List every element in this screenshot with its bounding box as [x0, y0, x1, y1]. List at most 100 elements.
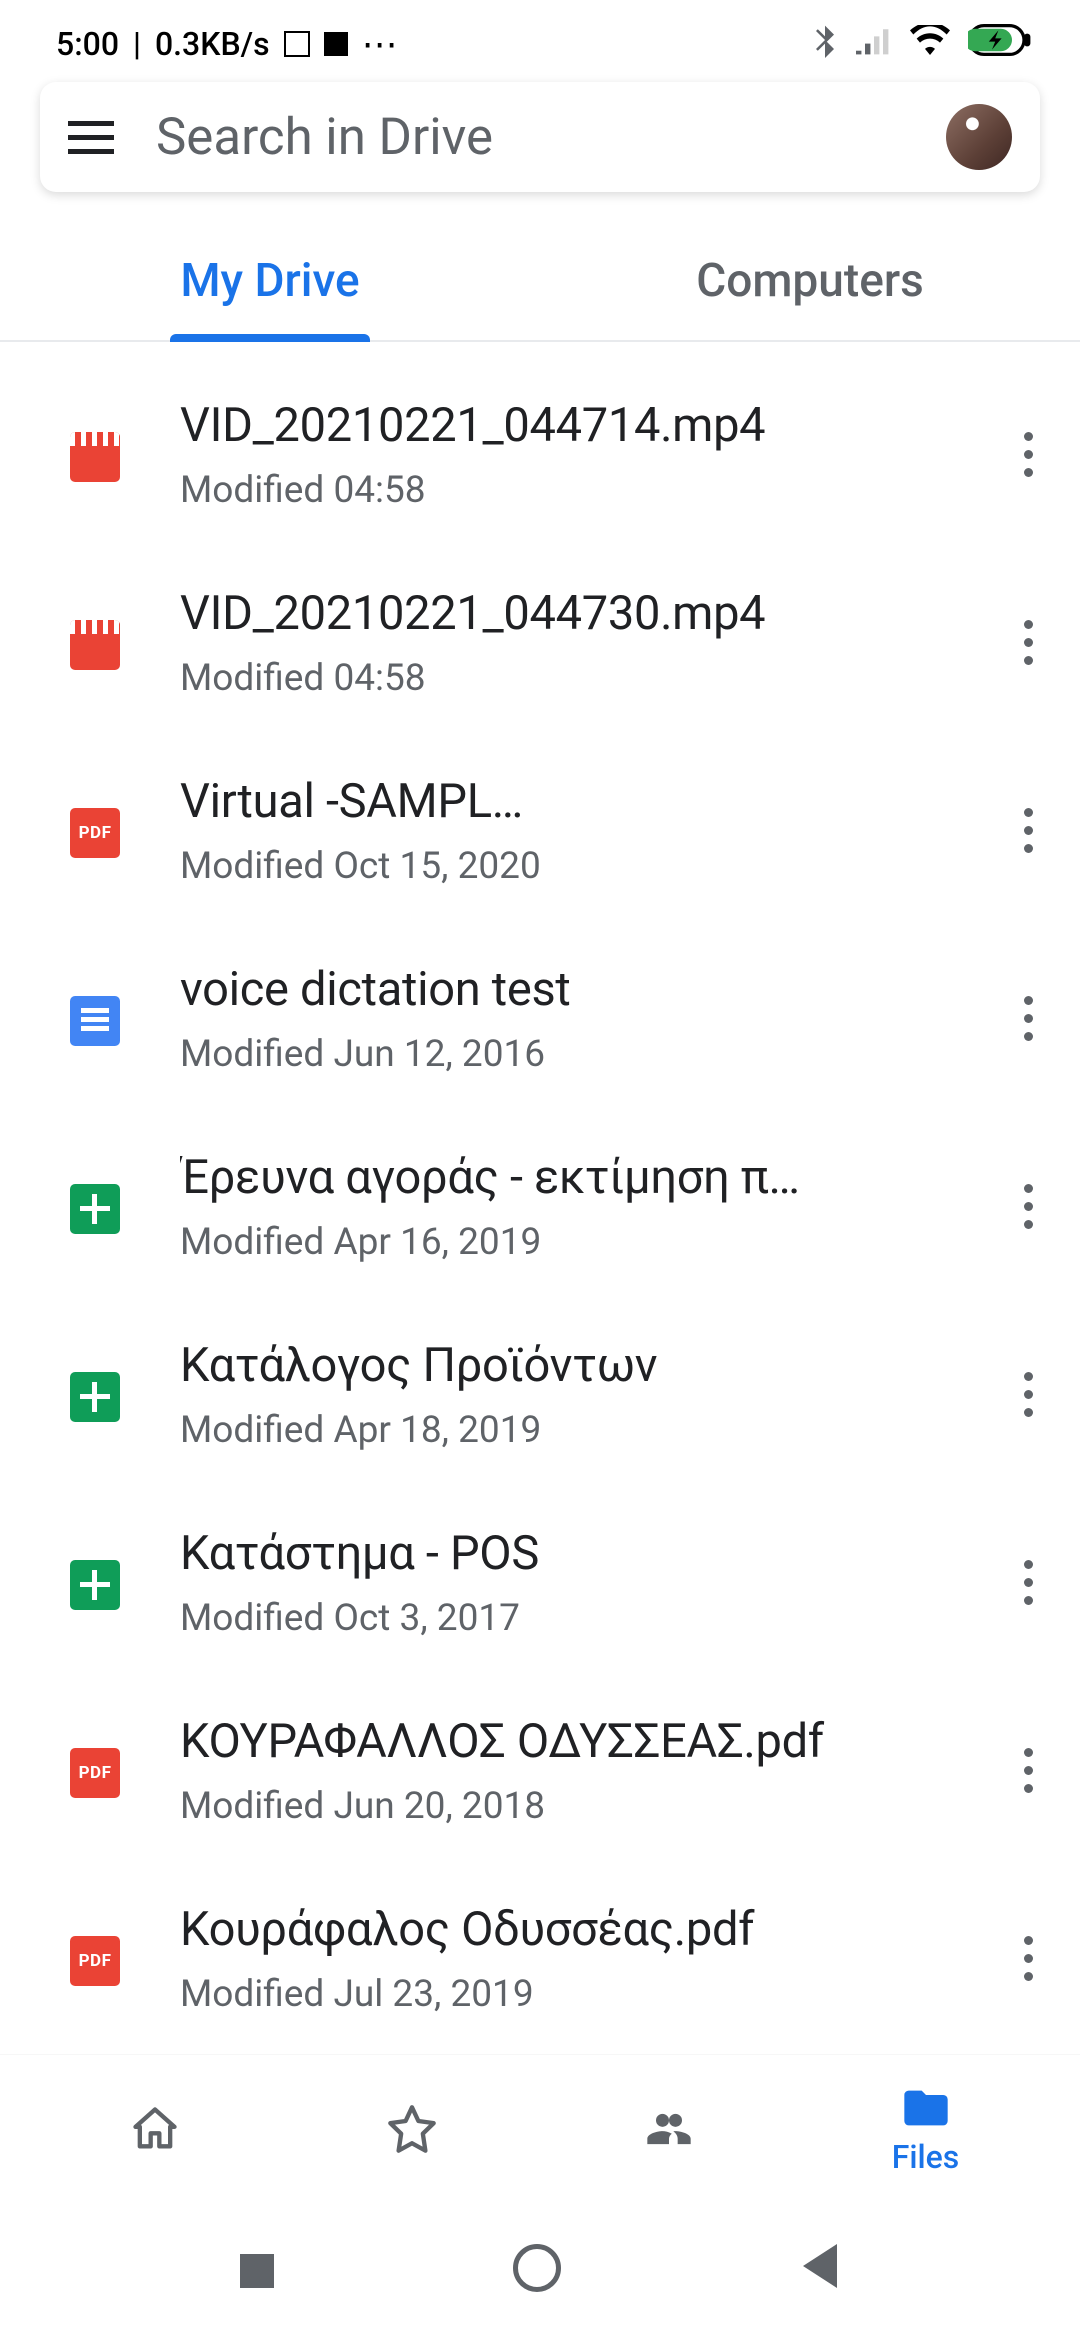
pdf-file-icon: PDF [70, 1936, 120, 1986]
menu-button[interactable] [68, 121, 114, 154]
more-vert-icon [1024, 1936, 1033, 1981]
file-meta: voice dictation test Modified Jun 12, 201… [180, 960, 998, 1075]
pdf-file-icon: PDF [70, 1748, 120, 1798]
file-name: voice dictation test [180, 960, 998, 1020]
file-row[interactable]: VID_20210221_044714.mp4 Modified 04:58 [0, 360, 1080, 548]
file-meta: Κουράφαλος Οδυσσέας.pdf Modified Jul 23, … [180, 1900, 998, 2015]
file-name: Κατάλογος Προϊόντων [180, 1336, 998, 1396]
more-vert-icon [1024, 432, 1033, 477]
more-vert-icon [1024, 1372, 1033, 1417]
file-row[interactable]: voice dictation test Modified Jun 12, 201… [0, 924, 1080, 1112]
tab-my-drive[interactable]: My Drive [0, 222, 540, 340]
file-meta: Virtual -SAMPL… Modified Oct 15, 2020 [180, 772, 998, 887]
file-more-button[interactable] [998, 1936, 1058, 1981]
more-vert-icon [1024, 1748, 1033, 1793]
video-file-icon [70, 620, 120, 670]
file-modified: Modified Jul 23, 2019 [180, 1973, 998, 2016]
file-name: VID_20210221_044714.mp4 [180, 396, 998, 456]
nav-files[interactable]: Files [836, 2082, 1016, 2176]
more-vert-icon [1024, 1184, 1033, 1229]
file-meta: VID_20210221_044730.mp4 Modified 04:58 [180, 584, 998, 699]
home-icon [129, 2103, 181, 2155]
video-file-icon [70, 432, 120, 482]
people-icon [643, 2103, 695, 2155]
file-more-button[interactable] [998, 996, 1058, 1041]
sheet-file-icon [70, 1560, 120, 1610]
nav-shared[interactable] [579, 2103, 759, 2155]
file-row[interactable]: Κατάστημα - POS Modified Oct 3, 2017 [0, 1488, 1080, 1676]
file-modified: Modified Jun 12, 2016 [180, 1033, 998, 1076]
file-row[interactable]: PDF Virtual -SAMPL… Modified Oct 15, 2020 [0, 736, 1080, 924]
file-more-button[interactable] [998, 808, 1058, 853]
search-placeholder[interactable]: Search in Drive [156, 108, 904, 167]
file-more-button[interactable] [998, 1560, 1058, 1605]
file-name: Virtual -SAMPL… [180, 772, 998, 832]
status-bar: 5:00 | 0.3KB/s ⋯ [0, 0, 1080, 88]
file-more-button[interactable] [998, 1372, 1058, 1417]
folder-icon [900, 2082, 952, 2134]
pdf-file-icon: PDF [70, 808, 120, 858]
file-more-button[interactable] [998, 1184, 1058, 1229]
more-vert-icon [1024, 1560, 1033, 1605]
file-name: VID_20210221_044730.mp4 [180, 584, 998, 644]
file-name: Έρευνα αγοράς - εκτίμηση π… [180, 1148, 998, 1208]
status-left: 5:00 | 0.3KB/s ⋯ [56, 23, 400, 65]
star-icon [386, 2103, 438, 2155]
status-separator: | [133, 25, 141, 63]
file-modified: Modified Oct 15, 2020 [180, 845, 998, 888]
status-network-speed: 0.3KB/s [155, 25, 270, 63]
file-meta: ΚΟΥΡΑΦΑΛΛΟΣ ΟΔΥΣΣΕΑΣ.pdf Modified Jun 20,… [180, 1712, 998, 1827]
file-row[interactable]: PDF Κουράφαλος Οδυσσέας.pdf Modified Jul 2… [0, 1864, 1080, 2052]
sim-icon [284, 31, 310, 57]
tab-my-drive-label: My Drive [180, 254, 359, 308]
more-vert-icon [1024, 620, 1033, 665]
file-modified: Modified Apr 18, 2019 [180, 1409, 998, 1452]
search-bar[interactable]: Search in Drive [40, 82, 1040, 192]
file-modified: Modified 04:58 [180, 469, 998, 512]
file-modified: Modified 04:58 [180, 657, 998, 700]
sheet-file-icon [70, 1372, 120, 1422]
upload-icon [324, 32, 348, 56]
battery-charging-icon [968, 24, 1032, 64]
tabs: My Drive Computers [0, 222, 1080, 342]
cell-signal-icon [856, 25, 892, 63]
file-meta: Κατάλογος Προϊόντων Modified Apr 18, 2019 [180, 1336, 998, 1451]
file-name: Κουράφαλος Οδυσσέας.pdf [180, 1900, 998, 1960]
bottom-nav: Files [0, 2054, 1080, 2202]
wifi-icon [910, 25, 950, 63]
file-meta: Έρευνα αγοράς - εκτίμηση π… Modified Apr … [180, 1148, 998, 1263]
status-time: 5:00 [56, 25, 119, 63]
bluetooth-icon [812, 22, 838, 66]
file-modified: Modified Oct 3, 2017 [180, 1597, 998, 1640]
status-more-icon: ⋯ [362, 23, 400, 65]
tab-computers[interactable]: Computers [540, 222, 1080, 340]
status-right [812, 22, 1032, 66]
android-back-button[interactable] [797, 2244, 851, 2298]
android-recent-button[interactable] [230, 2244, 284, 2298]
file-row[interactable]: VID_20210221_044730.mp4 Modified 04:58 [0, 548, 1080, 736]
file-name: Κατάστημα - POS [180, 1524, 998, 1584]
nav-starred[interactable] [322, 2103, 502, 2155]
file-modified: Modified Apr 16, 2019 [180, 1221, 998, 1264]
file-row[interactable]: Έρευνα αγοράς - εκτίμηση π… Modified Apr … [0, 1112, 1080, 1300]
file-more-button[interactable] [998, 1748, 1058, 1793]
account-avatar[interactable] [946, 104, 1012, 170]
more-vert-icon [1024, 996, 1033, 1041]
file-list[interactable]: VID_20210221_044714.mp4Modified 04:58VID… [0, 342, 1080, 2138]
file-row[interactable]: Κατάλογος Προϊόντων Modified Apr 18, 2019 [0, 1300, 1080, 1488]
file-meta: VID_20210221_044714.mp4 Modified 04:58 [180, 396, 998, 511]
more-vert-icon [1024, 808, 1033, 853]
file-modified: Modified Jun 20, 2018 [180, 1785, 998, 1828]
file-meta: Κατάστημα - POS Modified Oct 3, 2017 [180, 1524, 998, 1639]
nav-files-label: Files [892, 2138, 960, 2176]
file-more-button[interactable] [998, 620, 1058, 665]
nav-home[interactable] [65, 2103, 245, 2155]
file-name: ΚΟΥΡΑΦΑΛΛΟΣ ΟΔΥΣΣΕΑΣ.pdf [180, 1712, 998, 1772]
android-nav-bar [0, 2202, 1080, 2340]
file-row[interactable]: PDF ΚΟΥΡΑΦΑΛΛΟΣ ΟΔΥΣΣΕΑΣ.pdf Modified Jun … [0, 1676, 1080, 1864]
android-home-button[interactable] [513, 2244, 567, 2298]
sheet-file-icon [70, 1184, 120, 1234]
file-more-button[interactable] [998, 432, 1058, 477]
doc-file-icon [70, 996, 120, 1046]
tab-computers-label: Computers [696, 254, 924, 308]
